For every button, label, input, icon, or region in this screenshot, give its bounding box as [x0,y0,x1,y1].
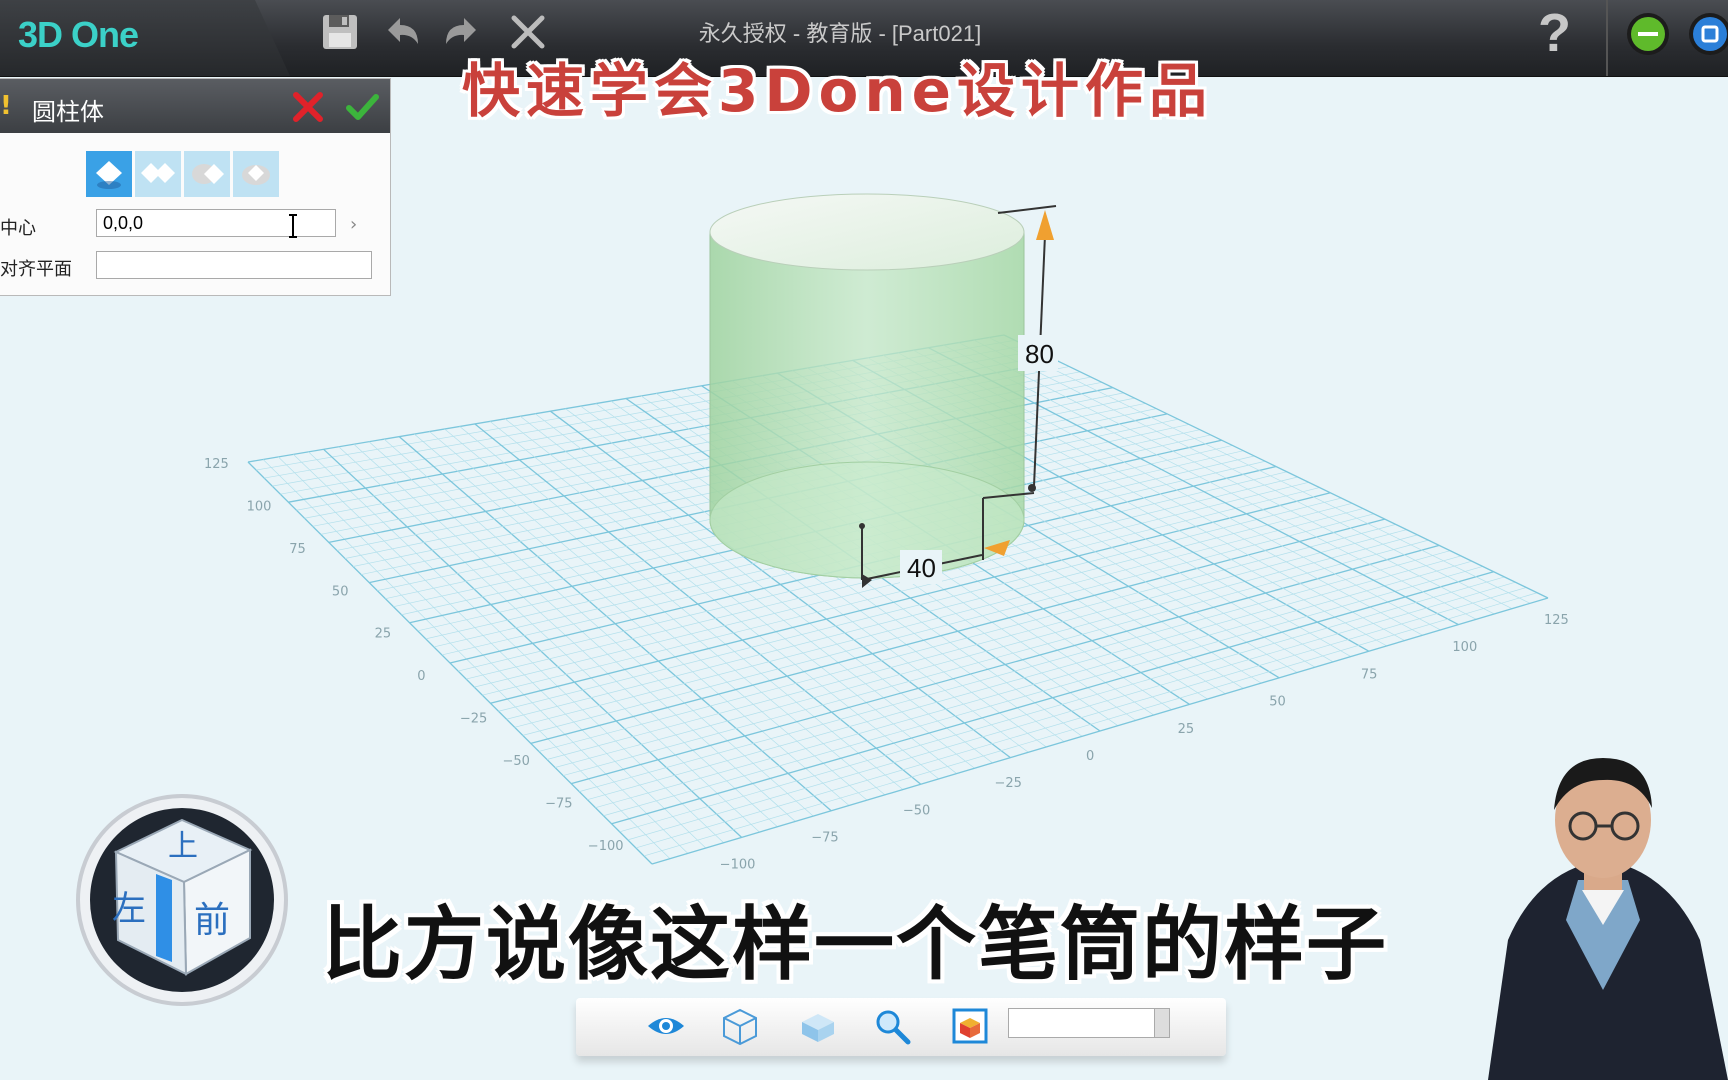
app-logo: 3D One [18,14,139,55]
text-cursor-icon [289,214,297,238]
subtract-mode-button[interactable] [184,151,230,197]
cylinder-preview[interactable] [709,193,1025,579]
grid-tick-label: 75 [289,542,306,557]
grid-line [579,550,1451,792]
presenter-video-overlay [1488,758,1728,1080]
view-cube-left-label: 左 [112,889,146,929]
grid-tick-label: −50 [503,754,530,769]
expand-chevron-icon[interactable]: › [350,214,357,235]
grid-line [611,571,1494,825]
panel-header: ! 圆柱体 [0,79,390,133]
grid-line [595,560,1472,809]
grid-line [603,566,1483,817]
grid-line [1003,334,1549,599]
confirm-button[interactable] [344,89,380,125]
grid-line [563,539,1429,776]
cancel-button[interactable] [290,89,326,125]
radius-value: 40 [907,553,936,583]
grid-tick-label: 0 [1086,749,1094,764]
height-value: 80 [1025,339,1054,369]
grid-line [571,544,1440,785]
view-cube-top-label: 上 [168,829,198,864]
align-plane-input[interactable] [96,251,372,279]
grid-tick-label: −50 [903,803,930,818]
warning-icon: ! [0,91,12,121]
help-button[interactable]: ? [1538,2,1571,64]
align-plane-label: 对齐平面 [0,259,72,280]
cylinder-command-panel: ! 圆柱体 中心 0,0,0 › 对齐平面 [0,78,391,296]
single-cylinder-mode-button[interactable] [86,151,132,197]
view-cube-front-label: 前 [194,900,230,941]
eye-icon[interactable] [646,1006,686,1046]
zoom-icon[interactable] [872,1006,912,1046]
save-icon[interactable] [318,10,362,54]
minimize-button[interactable] [1624,10,1672,58]
wireframe-cube-icon[interactable] [720,1006,760,1046]
grid-tick-label: 100 [247,499,272,514]
title-divider [1606,0,1608,76]
grid-tick-label: −100 [720,858,756,873]
add-mode-button[interactable] [135,151,181,197]
center-label: 中心 [0,218,36,239]
grid-tick-label: 125 [204,457,229,472]
panel-title: 圆柱体 [32,98,104,126]
grid-tick-label: −25 [460,712,487,727]
bottom-view-toolbar [576,998,1226,1056]
grid-tick-label: 50 [1269,695,1286,710]
view-select-dropdown[interactable] [1008,1008,1170,1038]
undo-icon[interactable] [380,10,424,54]
top-caption: 快速学会3Done设计作品 [462,57,1213,125]
grid-tick-label: −100 [588,839,624,854]
shaded-cube-icon[interactable] [798,1006,838,1046]
grid-tick-label: 75 [1361,667,1378,682]
chevron-down-icon[interactable] [1154,1009,1169,1037]
center-input[interactable]: 0,0,0 [96,209,336,237]
grid-line [587,555,1462,801]
intersect-mode-button[interactable] [233,151,279,197]
grid-tick-label: −75 [811,831,838,846]
grid-tick-label: 100 [1452,640,1477,655]
grid-tick-label: 25 [1178,722,1195,737]
render-mode-icon[interactable] [950,1006,990,1046]
height-drag-arrow[interactable] [1036,210,1054,240]
view-cube[interactable]: 上 前 左 [72,790,292,1010]
grid-tick-label: 50 [332,584,349,599]
grid-tick-label: 25 [375,627,392,642]
grid-tick-label: 0 [417,669,425,684]
grid-tick-label: −25 [994,776,1021,791]
grid-tick-label: 125 [1544,613,1569,628]
bottom-caption: 比方说像这样一个笔筒的样子 [322,898,1388,991]
maximize-button[interactable] [1686,10,1728,58]
grid-tick-label: −75 [545,796,572,811]
